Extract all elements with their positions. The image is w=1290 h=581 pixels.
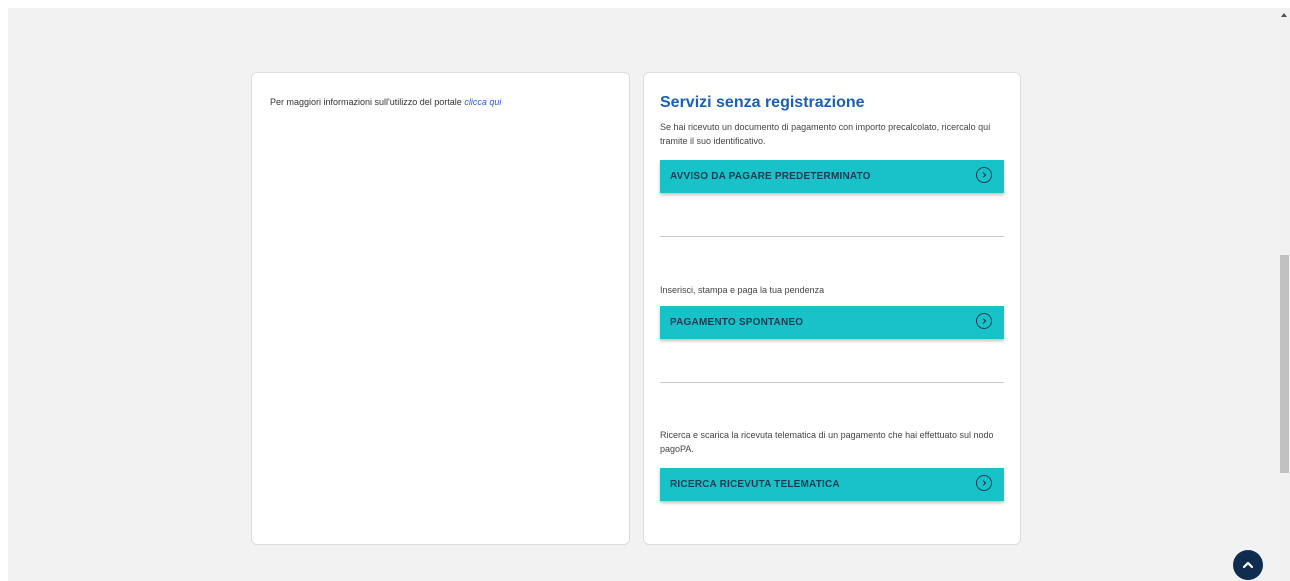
- ricerca-ricevuta-button[interactable]: RICERCA RICEVUTA TELEMATICA: [660, 468, 1004, 501]
- avviso-predeterminato-button[interactable]: AVVISO DA PAGARE PREDETERMINATO: [660, 160, 1004, 193]
- chevron-right-circle-icon: [976, 475, 992, 491]
- chevron-right-circle-icon: [976, 167, 992, 183]
- scrollbar-thumb[interactable]: [1280, 255, 1289, 473]
- spontaneo-button-label: PAGAMENTO SPONTANEO: [670, 317, 804, 328]
- pagamento-spontaneo-button[interactable]: PAGAMENTO SPONTANEO: [660, 306, 1004, 339]
- section-divider: [660, 236, 1004, 237]
- ricevuta-button-label: RICERCA RICEVUTA TELEMATICA: [670, 479, 840, 490]
- scroll-up-arrow-icon[interactable]: [1281, 13, 1287, 17]
- info-text: Per maggiori informazioni sull'utilizzo …: [270, 97, 462, 107]
- avviso-description: Se hai ricevuto un documento di pagament…: [660, 122, 991, 146]
- back-to-top-button[interactable]: [1233, 550, 1263, 580]
- chevron-right-circle-icon: [976, 313, 992, 329]
- section-divider: [660, 382, 1004, 383]
- ricevuta-description: Ricerca e scarica la ricevuta telematica…: [660, 430, 994, 454]
- spontaneo-description: Inserisci, stampa e paga la tua pendenza: [660, 285, 825, 295]
- clicca-qui-link[interactable]: clicca qui: [464, 97, 501, 107]
- browser-viewport: Per maggiori informazioni sull'utilizzo …: [0, 0, 1290, 581]
- info-card: Per maggiori informazioni sull'utilizzo …: [251, 72, 630, 545]
- chevron-up-icon: [1242, 561, 1254, 569]
- page-background: Per maggiori informazioni sull'utilizzo …: [8, 8, 1278, 581]
- services-card: Servizi senza registrazione Se hai ricev…: [643, 72, 1021, 545]
- services-title: Servizi senza registrazione: [660, 94, 865, 111]
- avviso-button-label: AVVISO DA PAGARE PREDETERMINATO: [670, 171, 871, 182]
- info-line: Per maggiori informazioni sull'utilizzo …: [270, 97, 501, 107]
